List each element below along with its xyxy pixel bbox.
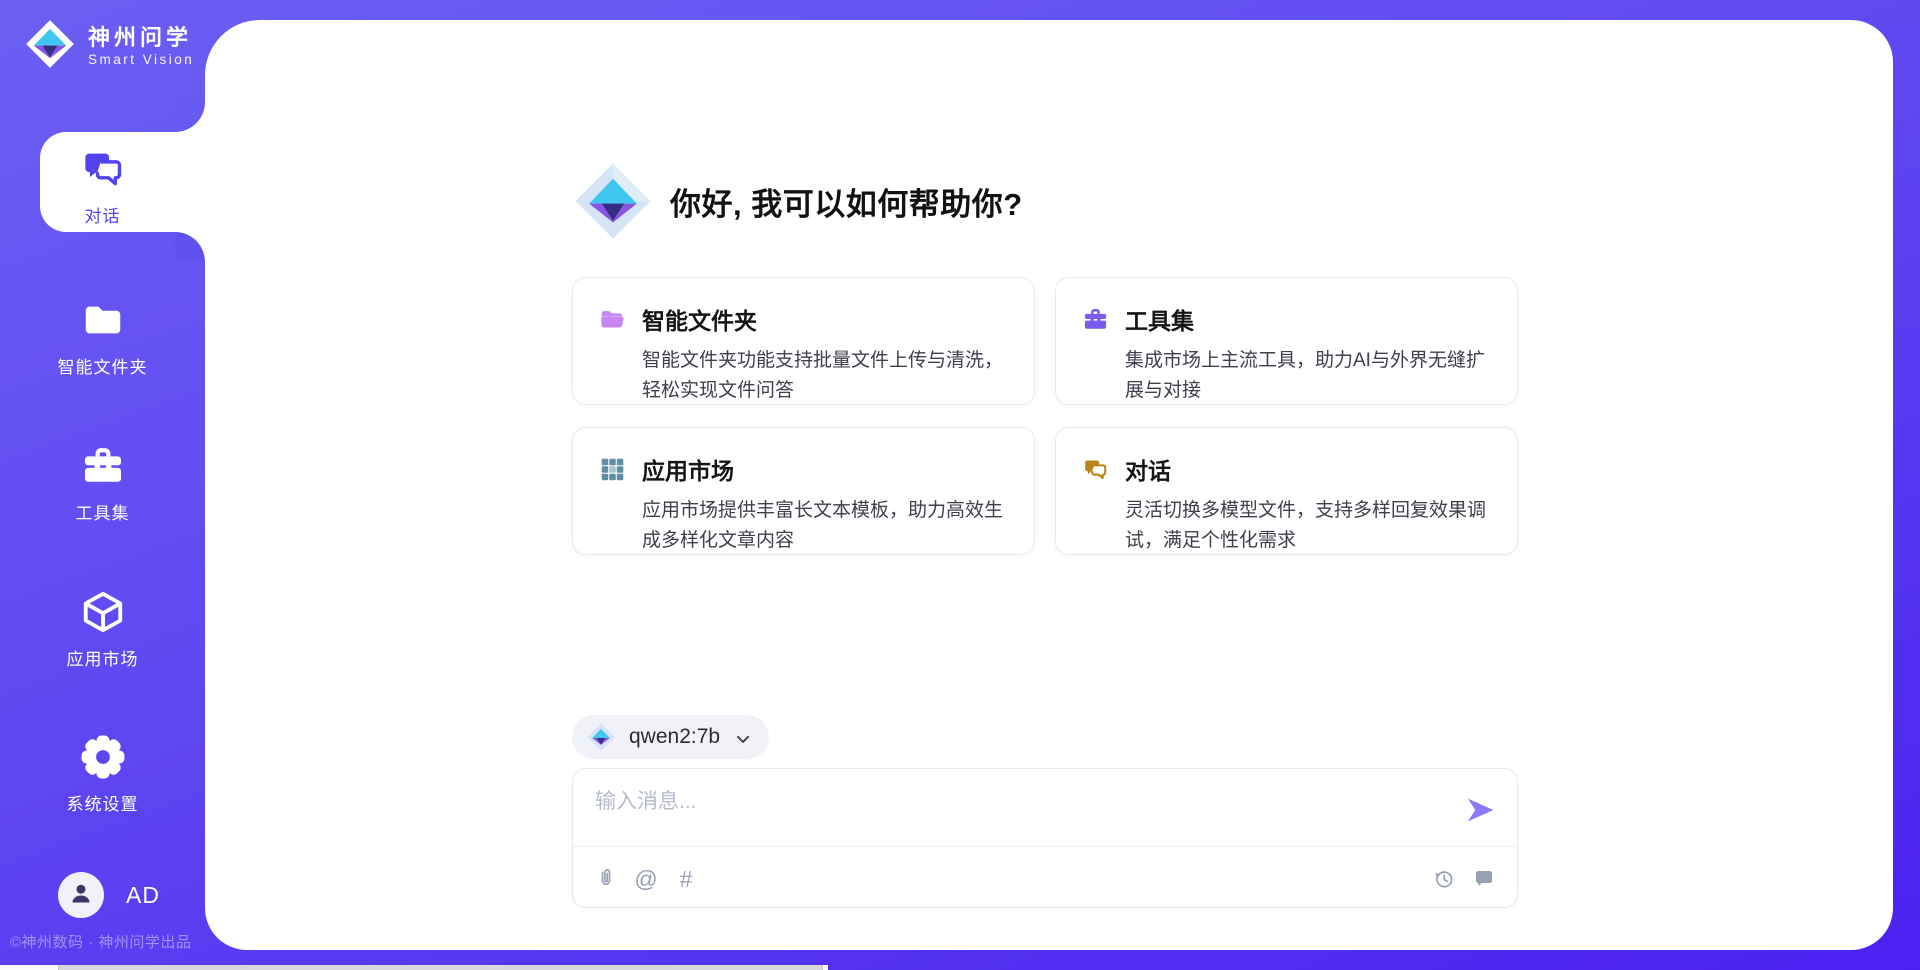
folder-open-icon: [599, 306, 626, 333]
sidebar: 神州问学 Smart Vision 对话 智能文件夹: [0, 0, 205, 970]
feature-cards: 智能文件夹 智能文件夹功能支持批量文件上传与清洗，轻松实现文件问答 工具集 集成…: [572, 277, 1518, 555]
brand-logo: 神州问学 Smart Vision: [24, 18, 194, 75]
card-chat[interactable]: 对话 灵活切换多模型文件，支持多样回复效果调试，满足个性化需求: [1055, 427, 1518, 555]
greeting-row: 你好, 我可以如何帮助你?: [572, 160, 1023, 242]
card-description: 智能文件夹功能支持批量文件上传与清洗，轻松实现文件问答: [642, 346, 1008, 406]
model-selector[interactable]: qwen2:7b: [572, 715, 769, 759]
brand-diamond-icon: [586, 722, 616, 752]
composer-toolbar: @ #: [593, 859, 1497, 899]
cube-icon: [80, 589, 126, 635]
sidebar-item-label: 应用市场: [0, 645, 205, 670]
mention-icon[interactable]: @: [633, 866, 659, 892]
card-description: 应用市场提供丰富长文本模板，助力高效生成多样化文章内容: [642, 496, 1008, 556]
chat-bubbles-icon: [1082, 456, 1109, 483]
card-app-market[interactable]: 应用市场 应用市场提供丰富长文本模板，助力高效生成多样化文章内容: [572, 427, 1035, 555]
send-button[interactable]: [1463, 793, 1497, 827]
sidebar-item-label: 工具集: [0, 499, 205, 524]
card-title: 对话: [1125, 452, 1171, 486]
brand-subtitle: Smart Vision: [88, 51, 194, 68]
copyright-footer: ©神州数码 · 神州问学出品: [10, 931, 191, 952]
card-toolset[interactable]: 工具集 集成市场上主流工具，助力AI与外界无缝扩展与对接: [1055, 277, 1518, 405]
page-title: 你好, 我可以如何帮助你?: [670, 179, 1023, 224]
history-icon[interactable]: [1431, 866, 1457, 892]
gear-icon: [80, 734, 126, 780]
grid-icon: [599, 456, 626, 483]
card-title: 工具集: [1125, 302, 1194, 336]
quick-reply-icon[interactable]: [1471, 866, 1497, 892]
sidebar-item-label: 对话: [0, 202, 205, 227]
composer-divider: [573, 846, 1517, 847]
card-description: 灵活切换多模型文件，支持多样回复效果调试，满足个性化需求: [1125, 496, 1491, 556]
send-icon: [1463, 815, 1497, 830]
chat-bubbles-icon: [80, 146, 126, 192]
sidebar-item-smart-folder[interactable]: 智能文件夹: [0, 297, 205, 378]
tab-fillet-bottom: [175, 232, 205, 262]
scrollbar-thumb[interactable]: [58, 965, 823, 970]
hash-icon[interactable]: #: [673, 866, 699, 892]
folder-icon: [80, 297, 126, 343]
model-name: qwen2:7b: [629, 725, 720, 749]
brand-name: 神州问学: [88, 25, 194, 51]
sidebar-item-label: 系统设置: [0, 790, 205, 815]
person-icon: [66, 878, 96, 913]
sidebar-item-chat[interactable]: 对话: [0, 146, 205, 227]
brand-diamond-icon: [24, 18, 76, 75]
horizontal-scrollbar: [0, 965, 828, 970]
card-description: 集成市场上主流工具，助力AI与外界无缝扩展与对接: [1125, 346, 1491, 406]
attachment-icon[interactable]: [593, 866, 619, 892]
sidebar-item-app-market[interactable]: 应用市场: [0, 589, 205, 670]
sidebar-item-settings[interactable]: 系统设置: [0, 734, 205, 815]
user-name: AD: [126, 882, 160, 909]
chevron-down-icon: [733, 729, 753, 749]
card-smart-folder[interactable]: 智能文件夹 智能文件夹功能支持批量文件上传与清洗，轻松实现文件问答: [572, 277, 1035, 405]
user-profile[interactable]: AD: [58, 872, 160, 918]
sidebar-item-toolset[interactable]: 工具集: [0, 443, 205, 524]
toolbox-icon: [80, 443, 126, 489]
tab-fillet-top: [175, 102, 205, 132]
card-title: 智能文件夹: [642, 302, 757, 336]
message-input[interactable]: [593, 783, 1427, 843]
briefcase-icon: [1082, 306, 1109, 333]
sidebar-item-label: 智能文件夹: [0, 353, 205, 378]
avatar: [58, 872, 104, 918]
card-title: 应用市场: [642, 452, 734, 486]
message-composer: @ #: [572, 768, 1518, 908]
brand-diamond-icon: [572, 160, 654, 242]
